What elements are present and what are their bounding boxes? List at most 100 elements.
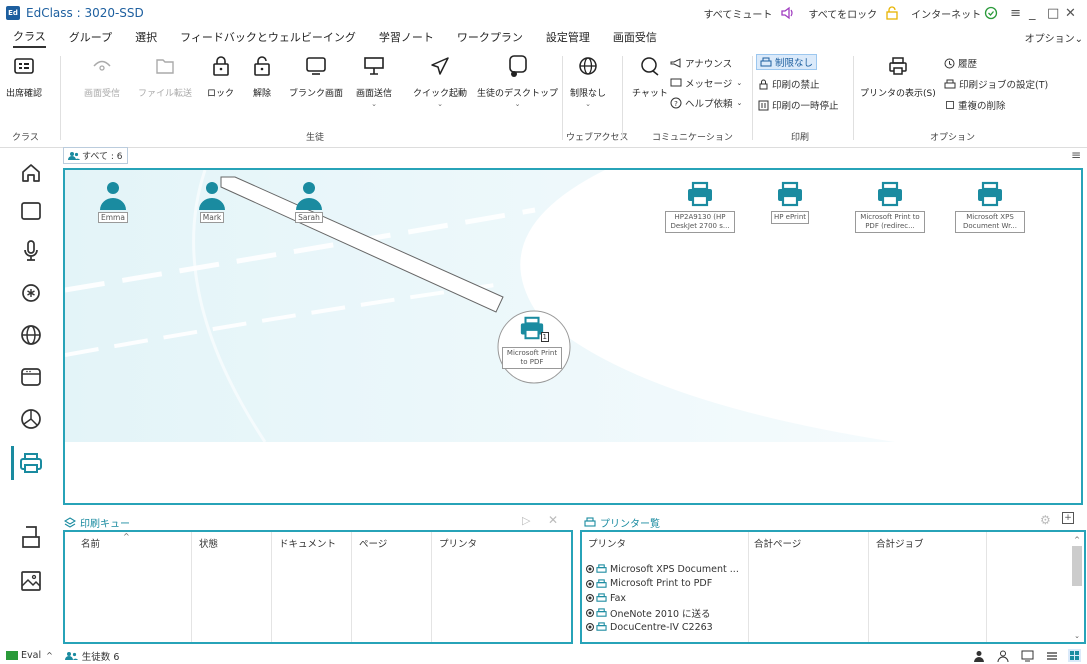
eval-label: Eval xyxy=(21,650,42,661)
tab-feedback[interactable]: フィードバックとウェルビーイング xyxy=(180,29,356,47)
status-dot-icon xyxy=(586,608,594,617)
print-job-settings-label: 印刷ジョブの設定(T) xyxy=(959,80,1049,91)
printer-card[interactable]: Microsoft XPS Document Wr... xyxy=(955,180,1025,233)
settings-gear-icon[interactable]: ⚙ xyxy=(1040,513,1051,527)
screen-send-button[interactable]: 画面送信 ⌄ xyxy=(356,54,392,108)
col-header-printer[interactable]: プリンタ xyxy=(439,536,477,550)
scroll-up-arrow-icon[interactable]: ^ xyxy=(1072,536,1082,544)
internet-button[interactable]: インターネット xyxy=(911,6,998,21)
breadcrumb[interactable]: すべて : 6 xyxy=(63,147,128,164)
tab-study-notes[interactable]: 学習ノート xyxy=(379,29,434,47)
list-item[interactable]: OneNote 2010 に送る xyxy=(586,606,739,621)
history-button[interactable]: 履歴 xyxy=(944,56,977,70)
print-pause-button[interactable]: 印刷の一時停止 xyxy=(758,98,839,112)
options-menu[interactable]: オプション⌄ xyxy=(1025,30,1083,45)
col-header-total-jobs[interactable]: 合計ジョブ xyxy=(876,536,924,550)
print-prohibit-button[interactable]: 印刷の禁止 xyxy=(758,77,820,91)
list-item[interactable]: Microsoft Print to PDF xyxy=(586,577,739,592)
remove-duplicates-checkbox[interactable]: 重複の削除 xyxy=(946,98,1006,112)
print-no-limit-button[interactable]: 制限なし xyxy=(756,54,818,70)
quiz-nav[interactable] xyxy=(18,280,44,306)
apps-nav[interactable] xyxy=(18,364,44,390)
list-view-icon[interactable] xyxy=(1046,650,1058,662)
printer-list-title: プリンター覧 xyxy=(584,515,660,530)
scroll-thumb[interactable] xyxy=(1072,546,1082,586)
tab-settings[interactable]: 設定管理 xyxy=(546,29,590,47)
mute-all-button[interactable]: すべてミュート xyxy=(703,6,796,21)
hamburger-menu-icon[interactable]: ≡ xyxy=(1010,6,1021,21)
tab-work-plan[interactable]: ワークプラン xyxy=(457,29,523,47)
selected-printer-card[interactable]: 1 Microsoft Print to PDF xyxy=(497,315,567,369)
monitor-view-icon[interactable] xyxy=(1021,650,1034,662)
student-card[interactable]: Mark xyxy=(197,180,227,223)
quick-launch-button[interactable]: クイック起動 ⌄ xyxy=(413,54,467,108)
image-nav[interactable] xyxy=(18,568,44,594)
user-filled-icon[interactable] xyxy=(973,650,985,662)
printer-icon xyxy=(596,579,607,588)
list-item[interactable]: Fax xyxy=(586,591,739,606)
view-menu-icon[interactable]: ≡ xyxy=(1071,148,1081,162)
maximize-button[interactable]: □ xyxy=(1047,6,1065,21)
printer-card[interactable]: HP2A9130 (HP DeskJet 2700 s... xyxy=(665,180,735,233)
queue-cancel-button[interactable]: ✕ xyxy=(548,513,558,527)
web-no-limit-button[interactable]: 制限なし ⌄ xyxy=(570,54,606,108)
announce-label: アナウンス xyxy=(685,59,733,70)
col-header-pages[interactable]: ページ xyxy=(359,536,387,550)
layers-icon xyxy=(64,516,76,528)
student-card[interactable]: Sarah xyxy=(294,180,324,223)
audio-nav[interactable] xyxy=(18,238,44,264)
grid-view-icon[interactable] xyxy=(1068,649,1081,662)
tab-class[interactable]: クラス xyxy=(13,28,46,48)
lock-all-button[interactable]: すべてをロック xyxy=(808,6,899,21)
tab-select[interactable]: 選択 xyxy=(135,29,157,47)
printer-icon xyxy=(596,564,607,573)
attendance-button[interactable]: 出席確認 xyxy=(6,54,42,99)
close-button[interactable]: ✕ xyxy=(1065,6,1083,21)
lock-button[interactable]: ロック xyxy=(207,54,234,99)
student-card[interactable]: Emma xyxy=(98,180,128,223)
student-desktop-button[interactable]: 生徒のデスクトップ ⌄ xyxy=(477,54,558,108)
list-item[interactable]: Microsoft XPS Document ... xyxy=(586,562,739,577)
col-header-name[interactable]: 名前 xyxy=(81,536,100,550)
device-nav[interactable] xyxy=(18,524,44,550)
minimize-button[interactable]: _ xyxy=(1029,6,1047,21)
printer-card[interactable]: Microsoft Print to PDF (redirec... xyxy=(855,180,925,233)
printer-card[interactable]: HP ePrint xyxy=(755,180,825,224)
printer-nav[interactable] xyxy=(18,450,44,476)
scroll-down-arrow-icon[interactable]: ⌄ xyxy=(1072,632,1082,640)
eval-badge[interactable]: Eval ^ xyxy=(6,650,53,661)
help-request-label: ヘルプ依頼 xyxy=(685,99,733,110)
tab-group[interactable]: グループ xyxy=(69,29,112,47)
unlock-button[interactable]: 解除 xyxy=(250,54,274,99)
print-no-limit-label: 制限なし xyxy=(775,58,814,69)
help-request-button[interactable]: ? ヘルプ依頼 ⌄ xyxy=(670,96,742,110)
printer-list: Microsoft XPS Document ... Microsoft Pri… xyxy=(586,562,739,635)
col-header-status[interactable]: 状態 xyxy=(199,536,218,550)
web-nav[interactable] xyxy=(18,322,44,348)
analytics-nav[interactable] xyxy=(18,406,44,432)
chat-button[interactable]: チャット xyxy=(632,54,668,99)
print-job-settings-button[interactable]: 印刷ジョブの設定(T) xyxy=(944,77,1048,91)
student-avatar-icon xyxy=(296,182,322,210)
queue-play-button[interactable]: ▷ xyxy=(522,514,530,527)
home-nav[interactable] xyxy=(18,160,44,186)
asterisk-bubble-icon xyxy=(22,284,40,302)
printer-icon xyxy=(760,57,772,66)
help-circle-icon: ? xyxy=(670,97,682,109)
blank-screen-button[interactable]: ブランク画面 xyxy=(289,54,343,99)
col-header-total-pages[interactable]: 合計ページ xyxy=(754,536,801,550)
vertical-scrollbar[interactable]: ^ ⌄ xyxy=(1072,536,1082,640)
show-printer-button[interactable]: プリンタの表示(S) xyxy=(860,54,936,99)
col-header-printer[interactable]: プリンタ xyxy=(588,536,626,550)
announce-button[interactable]: アナウンス xyxy=(670,56,732,70)
view-toggles xyxy=(973,649,1081,662)
screen-nav[interactable] xyxy=(18,198,44,224)
list-item[interactable]: DocuCentre-IV C2263 xyxy=(586,620,739,635)
tab-screen-receive[interactable]: 画面受信 xyxy=(613,29,657,47)
col-header-document[interactable]: ドキュメント xyxy=(279,536,336,550)
export-icon[interactable]: + xyxy=(1062,512,1074,524)
file-transfer-button[interactable]: ファイル転送 xyxy=(138,54,192,99)
user-outline-icon[interactable] xyxy=(997,650,1009,662)
screen-receive-button[interactable]: 画面受信 xyxy=(84,54,120,99)
message-button[interactable]: メッセージ ⌄ xyxy=(670,76,742,90)
